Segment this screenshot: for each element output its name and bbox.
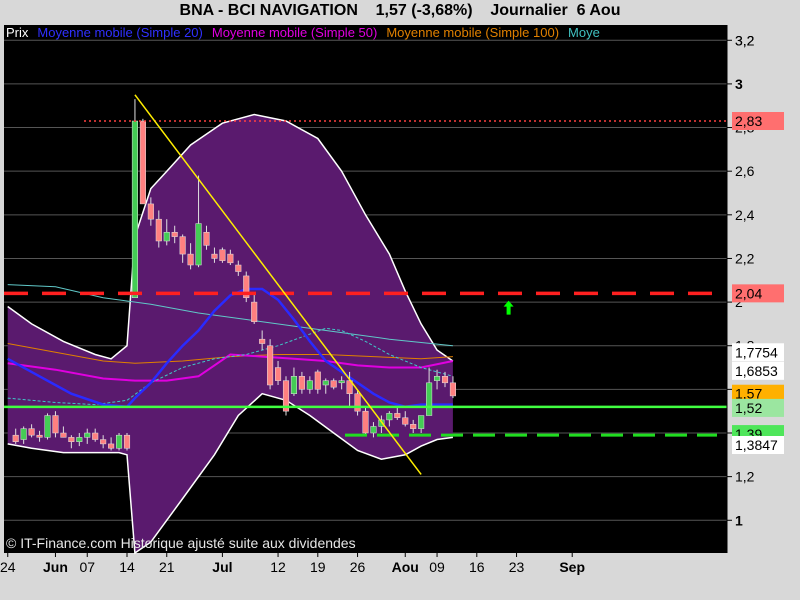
candle-body — [251, 301, 258, 322]
candle-body — [60, 432, 67, 438]
candle-body — [267, 345, 274, 386]
candle-body — [52, 415, 59, 434]
candle-body — [402, 417, 409, 425]
candle-body — [434, 376, 441, 381]
x-tick-label: Jun — [43, 559, 68, 575]
candle-body — [131, 120, 138, 298]
y-tick-label: 1 — [735, 512, 743, 528]
price-tag-label: 1,7754 — [735, 344, 778, 360]
price-tags: 3,22,832,041,77541,68531,571,521,391,384… — [732, 32, 784, 454]
x-tick-label: 14 — [119, 559, 135, 575]
legend-entry: Moyenne mobile (Simple 100) — [386, 25, 560, 40]
x-tick-label: Jul — [212, 559, 232, 575]
candle-body — [155, 218, 162, 242]
candle-body — [298, 376, 305, 390]
candle-body — [370, 426, 377, 434]
price-tag-label: 2,04 — [735, 285, 762, 301]
x-tick-label: 26 — [350, 559, 366, 575]
candle-body — [84, 432, 91, 438]
candle-body — [28, 428, 35, 436]
x-tick-label: Sep — [559, 559, 585, 575]
chart-frame: 3,232,82,62,42,221,81,61,41,21 24Jun0714… — [0, 0, 800, 600]
legend-entry: Moyenne mobile (Simple 20) — [37, 25, 203, 40]
candle-body — [259, 338, 266, 344]
candle-body — [426, 382, 433, 416]
candle-body — [290, 376, 297, 394]
candle-body — [203, 232, 210, 246]
candle-body — [314, 371, 321, 390]
y-tick-label: 1,2 — [735, 469, 755, 485]
candle-body — [123, 434, 131, 449]
candle-body — [394, 413, 401, 418]
candle-body — [235, 264, 242, 272]
x-tick-label: 07 — [79, 559, 95, 575]
x-tick-label: 21 — [159, 559, 175, 575]
x-tick-label: 16 — [469, 559, 485, 575]
candle-body — [306, 380, 313, 390]
x-tick-label: 12 — [270, 559, 286, 575]
candle-body — [139, 120, 146, 205]
price-tag-label: 1,6853 — [735, 363, 778, 379]
y-tick-label: 3 — [735, 76, 743, 92]
candle-body — [187, 253, 194, 266]
candle-body — [219, 249, 226, 261]
x-axis: 24 Jun 07 14 21 Jul 12 19 26 Aou 09 16 23 Sep — [0, 553, 585, 575]
candle-body — [362, 410, 369, 434]
candle-body — [92, 432, 99, 440]
y-tick-label: 2,4 — [735, 207, 755, 223]
copyright-note: © IT-Finance.com Historique ajusté suite… — [6, 535, 356, 551]
candle-body — [410, 424, 417, 429]
candle-body — [100, 439, 107, 445]
candle-body — [179, 236, 186, 255]
candle-body — [108, 443, 115, 449]
price-chart: 3,232,82,62,42,221,81,61,41,21 24Jun0714… — [0, 25, 784, 575]
candle-body — [147, 203, 154, 220]
legend-entry: Moye — [568, 25, 600, 40]
candle-body — [338, 380, 345, 384]
candle-body — [330, 380, 337, 388]
candle-body — [275, 367, 282, 381]
candle-body — [20, 428, 27, 440]
candle-body — [171, 232, 178, 237]
legend: Prix Moyenne mobile (Simple 20) Moyenne mo… — [6, 25, 726, 40]
candle-body — [44, 415, 51, 438]
chart-title: BNA - BCI NAVIGATION 1,57 (-3,68%) Journ… — [179, 2, 621, 19]
candle-body — [195, 223, 202, 266]
candle-body — [322, 380, 329, 386]
candle-body — [163, 232, 170, 242]
x-tick-label: 19 — [310, 559, 326, 575]
legend-entry: Prix — [6, 25, 29, 40]
candle-body — [386, 413, 393, 421]
candle-body — [418, 415, 425, 429]
x-tick-label: Aou — [392, 559, 419, 575]
candle-body — [12, 434, 19, 442]
candle-body — [211, 253, 218, 259]
candle-body — [116, 434, 123, 449]
y-tick-label: 2,2 — [735, 250, 755, 266]
price-tag-label: 1,52 — [735, 400, 762, 416]
legend-entry: Moyenne mobile (Simple 50) — [211, 25, 378, 40]
candle-body — [36, 434, 43, 438]
price-tag-label: 3,2 — [735, 32, 755, 48]
x-tick-label: 09 — [429, 559, 445, 575]
y-tick-label: 2,6 — [735, 163, 755, 179]
candle-body — [354, 393, 361, 412]
candle-body — [227, 253, 234, 264]
candle-body — [449, 382, 456, 397]
candle-body — [68, 437, 75, 442]
x-tick-label: 24 — [0, 559, 16, 575]
price-tag-label: 2,83 — [735, 113, 762, 129]
price-tag-label: 1,3847 — [735, 437, 778, 453]
candle-body — [441, 376, 449, 384]
candle-body — [76, 437, 83, 442]
x-tick-label: 23 — [509, 559, 525, 575]
